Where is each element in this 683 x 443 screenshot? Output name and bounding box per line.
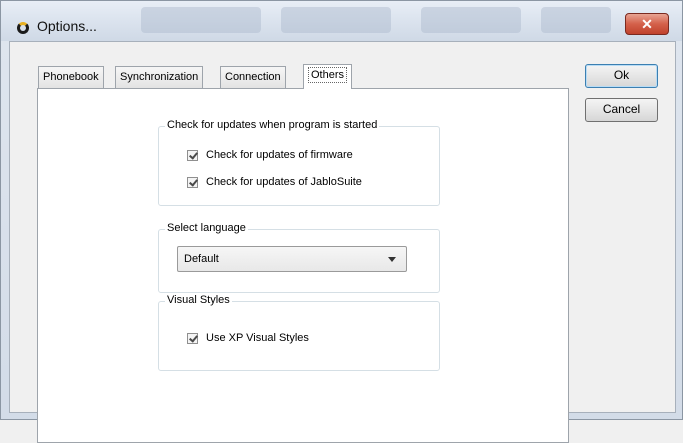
- firmware-update-checkbox[interactable]: Check for updates of firmware: [187, 149, 353, 161]
- checkbox-checked-icon: [187, 332, 198, 344]
- window-title: Options...: [37, 18, 97, 34]
- close-button[interactable]: ✕: [625, 13, 669, 35]
- tab-others[interactable]: Others: [303, 64, 353, 89]
- titlebar-blur: [421, 7, 521, 33]
- client-area: Phonebook Synchronization Connection Oth…: [9, 41, 676, 443]
- language-selected-value: Default: [184, 253, 219, 265]
- jablosuite-update-checkbox[interactable]: Check for updates of JabloSuite: [187, 176, 362, 188]
- visual-styles-group: Visual Styles Use XP Visual Styles: [158, 294, 440, 371]
- checkbox-label: Check for updates of JabloSuite: [206, 176, 362, 188]
- tab-label: Synchronization: [120, 71, 199, 83]
- cancel-button[interactable]: Cancel: [585, 98, 658, 122]
- language-group: Select language Default: [158, 222, 440, 293]
- tab-connection[interactable]: Connection: [220, 66, 286, 88]
- titlebar-blur: [541, 7, 611, 33]
- options-window: Options... ✕ Phonebook Synchronization C…: [0, 0, 683, 443]
- updates-group: Check for updates when program is starte…: [158, 119, 440, 206]
- title-bar[interactable]: Options... ✕: [1, 1, 682, 41]
- updates-group-label: Check for updates when program is starte…: [165, 119, 380, 131]
- checkbox-label: Check for updates of firmware: [206, 149, 353, 161]
- ok-button[interactable]: Ok: [585, 64, 658, 88]
- titlebar-blur: [141, 7, 261, 33]
- checkbox-label: Use XP Visual Styles: [206, 332, 309, 344]
- checkbox-checked-icon: [187, 176, 198, 188]
- titlebar-blur: [281, 7, 391, 33]
- tab-label: Phonebook: [43, 71, 99, 83]
- tab-synchronization[interactable]: Synchronization: [115, 66, 204, 88]
- language-group-label: Select language: [165, 222, 248, 234]
- tab-label: Others: [308, 67, 348, 83]
- tab-label: Connection: [225, 71, 281, 83]
- visual-styles-group-label: Visual Styles: [165, 294, 232, 306]
- dropdown-arrow-icon: [388, 257, 396, 262]
- app-icon: [17, 22, 29, 34]
- language-select[interactable]: Default: [177, 246, 407, 272]
- others-tab-panel: Check for updates when program is starte…: [37, 88, 569, 443]
- xp-visual-styles-checkbox[interactable]: Use XP Visual Styles: [187, 332, 309, 344]
- tab-phonebook[interactable]: Phonebook: [38, 66, 104, 88]
- checkbox-checked-icon: [187, 149, 198, 161]
